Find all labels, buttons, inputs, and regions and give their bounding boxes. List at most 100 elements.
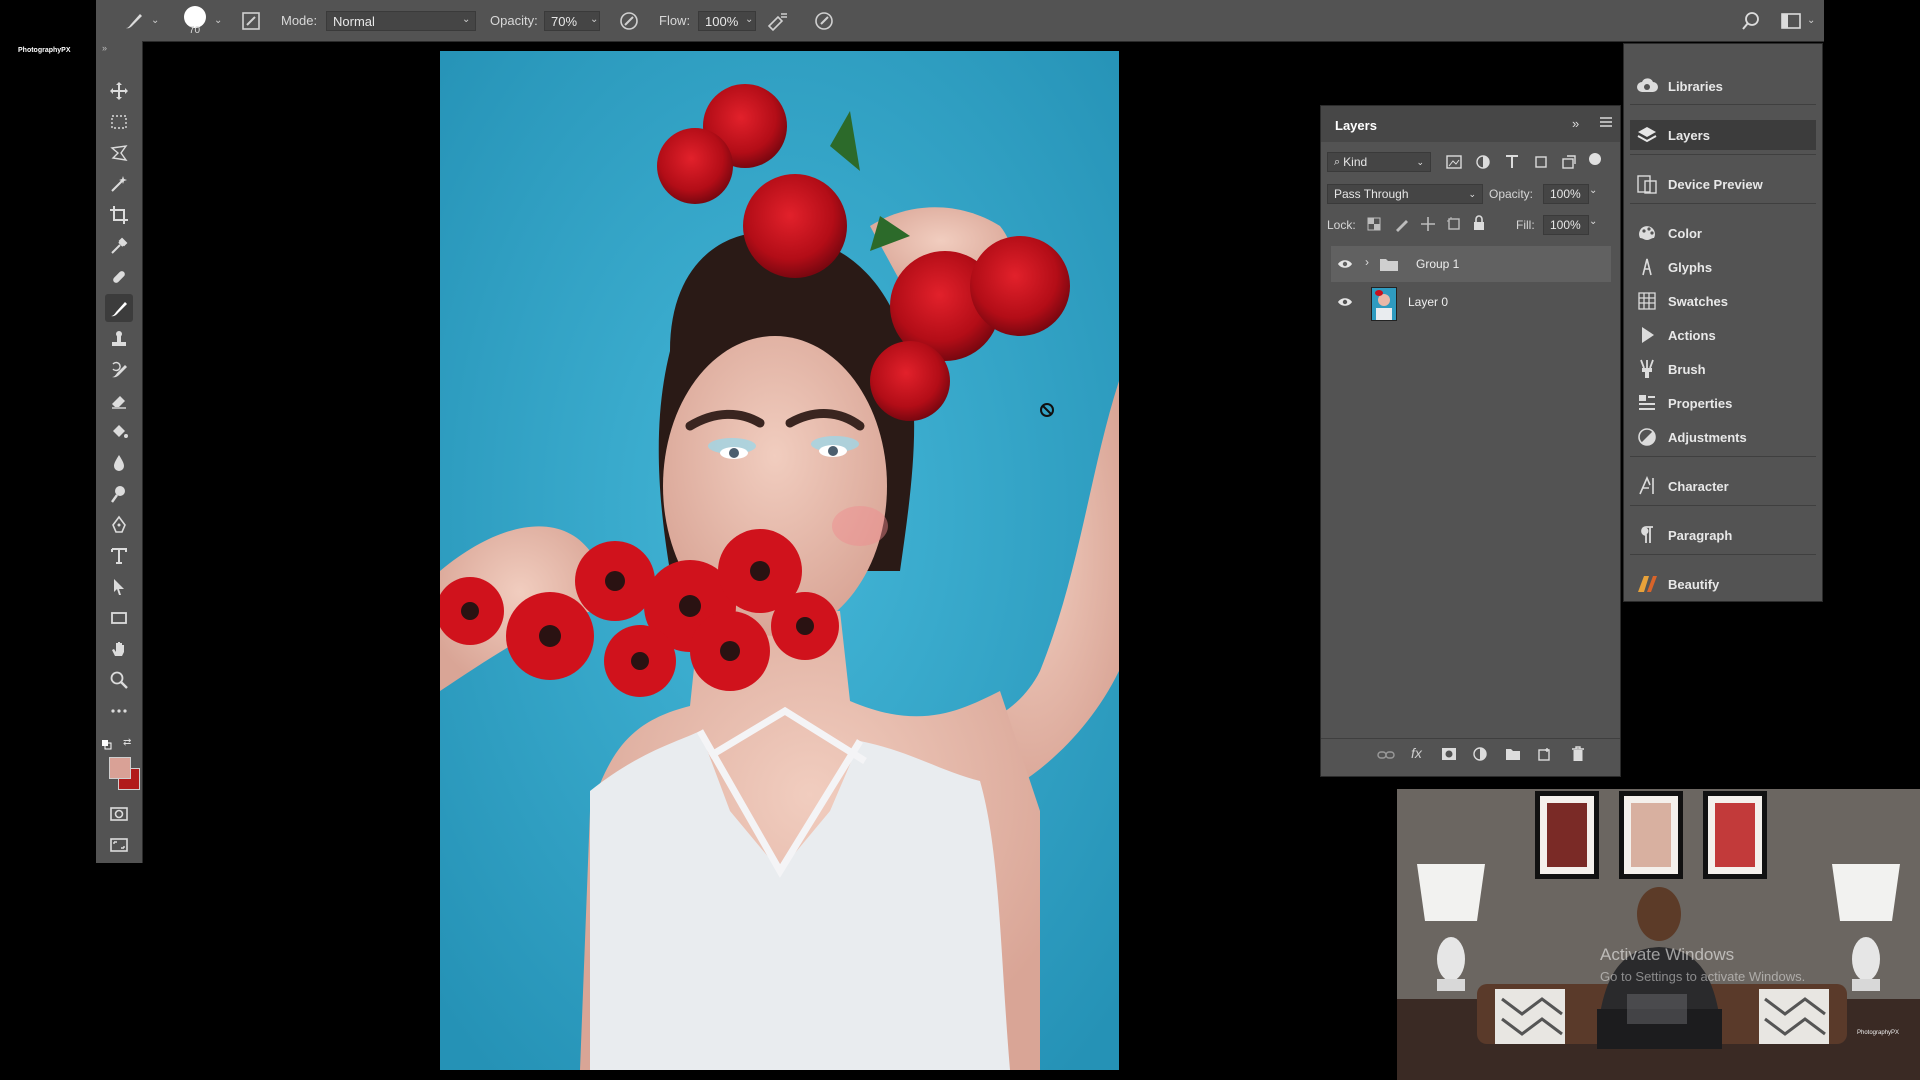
dock-item-swatches[interactable]: Swatches: [1630, 286, 1816, 316]
dock-item-label: Device Preview: [1668, 176, 1763, 192]
expand-group-icon[interactable]: ›: [1365, 255, 1369, 269]
filter-type-icon[interactable]: [1504, 154, 1520, 175]
eraser-tool-icon[interactable]: [105, 387, 133, 415]
healing-brush-tool-icon[interactable]: [105, 263, 133, 291]
lock-artboard-icon[interactable]: [1446, 216, 1462, 237]
airbrush-icon[interactable]: [766, 0, 790, 41]
layer-row-group[interactable]: › Group 1: [1331, 246, 1611, 282]
move-tool-icon[interactable]: [105, 77, 133, 105]
lock-pixels-icon[interactable]: [1394, 216, 1410, 237]
panel-menu-icon[interactable]: [1599, 115, 1613, 134]
actions-icon: [1634, 323, 1660, 347]
screen-mode-icon[interactable]: [105, 831, 133, 859]
chevron-down-icon[interactable]: ⌄: [590, 14, 598, 25]
chevron-down-icon[interactable]: ⌄: [1589, 216, 1597, 227]
collapse-panel-icon[interactable]: »: [1572, 116, 1579, 131]
path-selection-tool-icon[interactable]: [105, 573, 133, 601]
dock-item-properties[interactable]: Properties: [1630, 388, 1816, 418]
layer-opacity-field[interactable]: 100%: [1543, 184, 1589, 204]
workspace-icon[interactable]: [1780, 0, 1802, 41]
type-tool-icon[interactable]: [105, 542, 133, 570]
device-preview-icon: [1634, 172, 1660, 196]
brush-settings-icon[interactable]: [240, 0, 262, 41]
dodge-tool-icon[interactable]: [105, 480, 133, 508]
filter-adjustment-icon[interactable]: [1475, 154, 1491, 175]
history-brush-tool-icon[interactable]: [105, 356, 133, 384]
divider: [1630, 456, 1816, 457]
dock-item-label: Glyphs: [1668, 259, 1713, 275]
dock-item-actions[interactable]: Actions: [1630, 320, 1816, 350]
activation-watermark-title: Activate Windows: [1600, 945, 1735, 964]
chevron-down-icon[interactable]: ⌄: [745, 14, 753, 25]
brush-icon: [1634, 357, 1660, 381]
lock-transparent-icon[interactable]: [1367, 217, 1381, 236]
chevron-down-icon[interactable]: ⌄: [1807, 15, 1815, 26]
dock-item-device-preview[interactable]: Device Preview: [1630, 169, 1816, 199]
new-layer-icon[interactable]: [1538, 747, 1552, 766]
filter-pixel-icon[interactable]: [1446, 155, 1462, 174]
character-icon: [1634, 474, 1660, 498]
dock-item-paragraph[interactable]: Paragraph: [1630, 520, 1816, 550]
filter-shape-icon[interactable]: [1533, 154, 1549, 175]
pen-tool-icon[interactable]: [105, 511, 133, 539]
lasso-tool-icon[interactable]: [105, 139, 133, 167]
chevron-down-icon[interactable]: ⌄: [214, 15, 222, 26]
fx-icon[interactable]: fx: [1411, 745, 1422, 761]
rectangle-tool-icon[interactable]: [105, 604, 133, 632]
dock-item-libraries[interactable]: Libraries: [1630, 71, 1816, 101]
clone-stamp-tool-icon[interactable]: [105, 325, 133, 353]
filter-toggle-icon[interactable]: [1589, 153, 1601, 165]
default-colors-icon[interactable]: [102, 737, 112, 750]
filter-smart-object-icon[interactable]: [1561, 154, 1577, 175]
new-group-icon[interactable]: [1505, 747, 1521, 766]
more-tools-icon[interactable]: [105, 697, 133, 725]
dock-item-character[interactable]: Character: [1630, 471, 1816, 501]
search-icon: ⌕: [1334, 155, 1341, 168]
mode-select[interactable]: Normal: [326, 11, 476, 31]
search-icon[interactable]: [1741, 0, 1761, 41]
brush-preset-icon[interactable]: [122, 0, 146, 41]
chevron-down-icon[interactable]: ⌄: [1589, 185, 1597, 196]
filter-kind-select[interactable]: ⌕ Kind ⌄: [1327, 152, 1431, 172]
zoom-tool-icon[interactable]: [105, 666, 133, 694]
layer-name: Layer 0: [1408, 295, 1449, 309]
webcam-video: [1397, 789, 1920, 1080]
add-mask-icon[interactable]: [1441, 747, 1457, 766]
blur-tool-icon[interactable]: [105, 449, 133, 477]
chevron-down-icon[interactable]: ⌄: [151, 15, 159, 26]
hand-tool-icon[interactable]: [105, 635, 133, 663]
quick-mask-icon[interactable]: [105, 800, 133, 828]
link-layers-icon[interactable]: [1377, 748, 1395, 767]
document-canvas[interactable]: [440, 51, 1119, 1070]
fill-field[interactable]: 100%: [1543, 215, 1589, 235]
lock-all-icon[interactable]: [1472, 215, 1486, 236]
visibility-eye-icon[interactable]: [1337, 295, 1353, 313]
dock-item-color[interactable]: Color: [1630, 218, 1816, 248]
dock-item-layers[interactable]: Layers: [1630, 120, 1816, 150]
delete-layer-icon[interactable]: [1571, 746, 1585, 767]
beautify-icon: [1634, 572, 1660, 596]
swap-colors-icon[interactable]: ⇄: [123, 737, 131, 748]
blend-mode-select[interactable]: Pass Through ⌄: [1327, 184, 1483, 204]
pressure-size-icon[interactable]: [813, 0, 835, 41]
crop-tool-icon[interactable]: [105, 201, 133, 229]
dock-item-label: Layers: [1668, 127, 1710, 143]
marquee-tool-icon[interactable]: [105, 108, 133, 136]
lock-position-icon[interactable]: [1420, 216, 1436, 237]
dock-item-glyphs[interactable]: Glyphs: [1630, 252, 1816, 282]
foreground-color-swatch[interactable]: [109, 757, 131, 779]
paint-bucket-tool-icon[interactable]: [105, 418, 133, 446]
new-adjustment-icon[interactable]: [1473, 747, 1487, 766]
brush-tool-icon[interactable]: [105, 294, 133, 322]
dock-item-adjustments[interactable]: Adjustments: [1630, 422, 1816, 452]
layer-row-pixel[interactable]: Layer 0: [1331, 284, 1611, 321]
dock-item-brush[interactable]: Brush: [1630, 354, 1816, 384]
dock-item-beautify[interactable]: Beautify: [1630, 569, 1816, 599]
divider: [1630, 104, 1816, 105]
pressure-opacity-icon[interactable]: [618, 0, 640, 41]
magic-wand-tool-icon[interactable]: [105, 170, 133, 198]
eyedropper-tool-icon[interactable]: [105, 232, 133, 260]
visibility-eye-icon[interactable]: [1337, 257, 1353, 275]
collapse-toolbar-icon[interactable]: »: [102, 43, 107, 53]
brush-cursor-icon: [1040, 403, 1054, 417]
